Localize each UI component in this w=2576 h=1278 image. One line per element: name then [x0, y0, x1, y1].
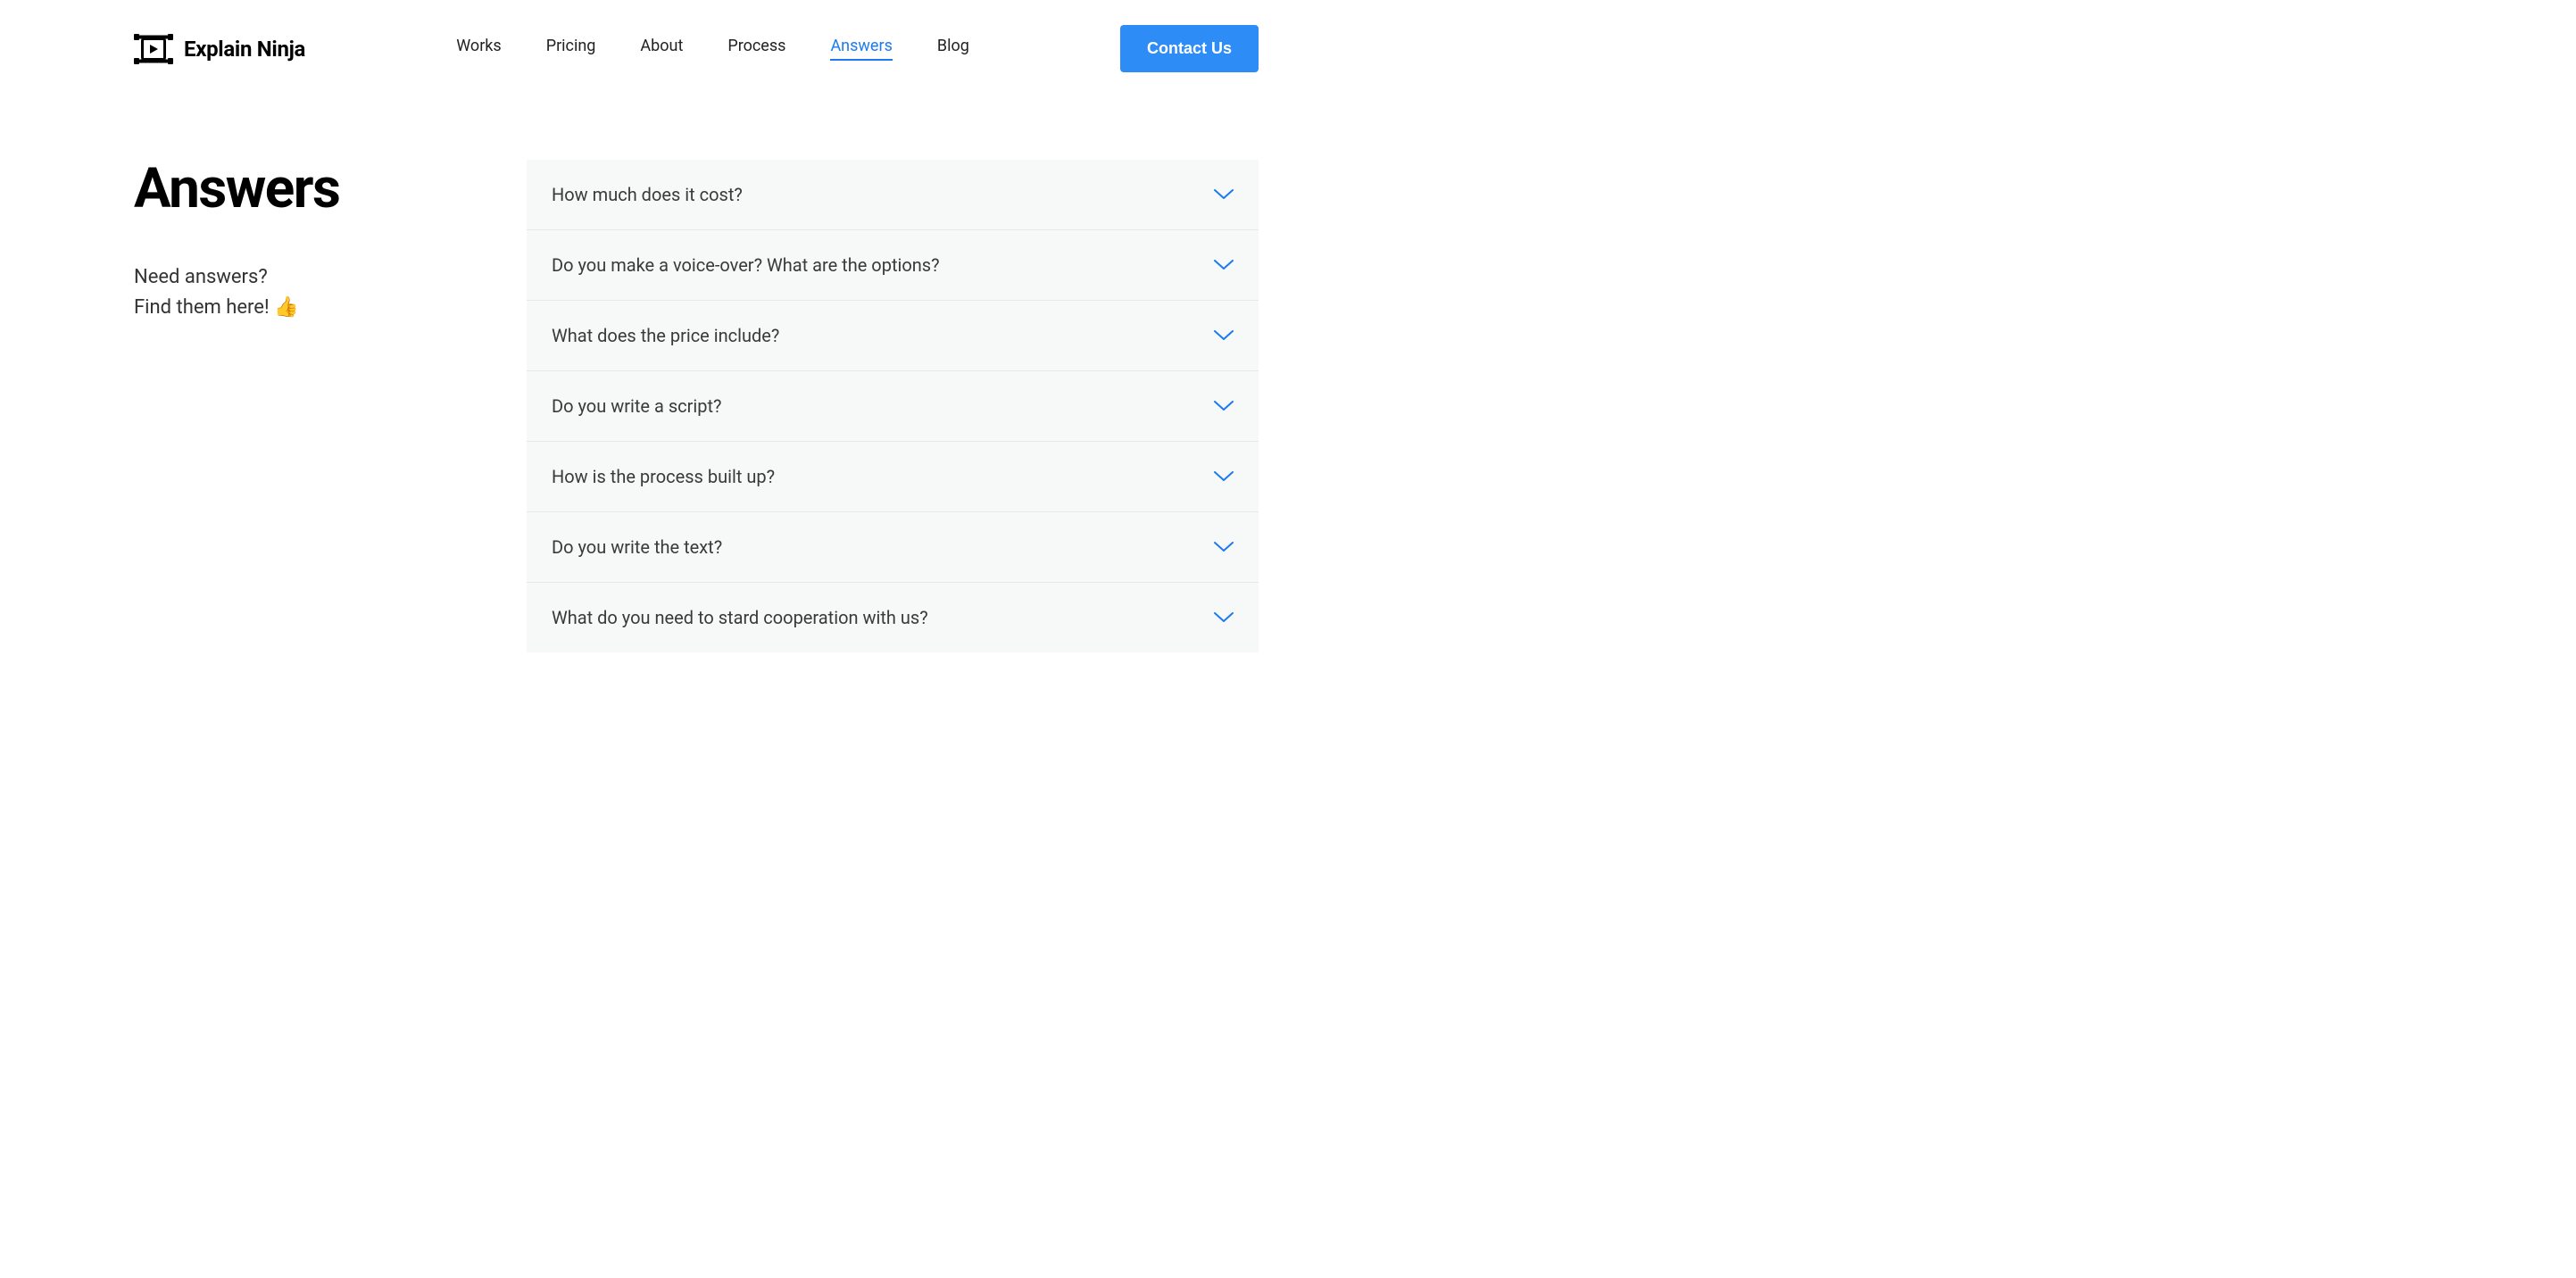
faq-list: How much does it cost? Do you make a voic… [527, 160, 1259, 652]
faq-question: Do you write the text? [552, 536, 722, 558]
subtitle-line-1: Need answers? [134, 262, 491, 293]
nav-item-about[interactable]: About [640, 37, 683, 61]
faq-item[interactable]: How is the process built up? [527, 442, 1259, 512]
logo-icon [134, 34, 173, 64]
faq-item[interactable]: How much does it cost? [527, 160, 1259, 230]
chevron-down-icon [1214, 260, 1234, 270]
faq-question: How much does it cost? [552, 184, 743, 205]
logo[interactable]: Explain Ninja [134, 34, 305, 64]
chevron-down-icon [1214, 401, 1234, 411]
contact-us-button[interactable]: Contact Us [1120, 25, 1259, 72]
subtitle-line-2: Find them here! 👍 [134, 293, 491, 323]
chevron-down-icon [1214, 471, 1234, 482]
nav-item-process[interactable]: Process [727, 37, 785, 61]
chevron-down-icon [1214, 330, 1234, 341]
faq-question: What do you need to stard cooperation wi… [552, 607, 928, 628]
faq-item[interactable]: Do you make a voice-over? What are the o… [527, 230, 1259, 301]
main-nav: Works Pricing About Process Answers Blog [456, 37, 969, 61]
chevron-down-icon [1214, 612, 1234, 623]
main-content: Answers Need answers? Find them here! 👍 … [134, 160, 1259, 652]
logo-text: Explain Ninja [184, 37, 305, 62]
page-title: Answers [134, 160, 491, 218]
faq-question: How is the process built up? [552, 466, 775, 487]
faq-question: Do you make a voice-over? What are the o… [552, 254, 940, 276]
intro-section: Answers Need answers? Find them here! 👍 [134, 160, 491, 652]
nav-item-works[interactable]: Works [456, 37, 501, 61]
faq-item[interactable]: Do you write a script? [527, 371, 1259, 442]
chevron-down-icon [1214, 542, 1234, 552]
nav-item-blog[interactable]: Blog [937, 37, 969, 61]
nav-item-pricing[interactable]: Pricing [546, 37, 596, 61]
nav-item-answers[interactable]: Answers [830, 37, 892, 61]
faq-question: What does the price include? [552, 325, 779, 346]
chevron-down-icon [1214, 189, 1234, 200]
faq-item[interactable]: What do you need to stard cooperation wi… [527, 583, 1259, 652]
header: Explain Ninja Works Pricing About Process An… [134, 0, 1259, 97]
faq-question: Do you write a script? [552, 395, 721, 417]
faq-item[interactable]: Do you write the text? [527, 512, 1259, 583]
faq-item[interactable]: What does the price include? [527, 301, 1259, 371]
